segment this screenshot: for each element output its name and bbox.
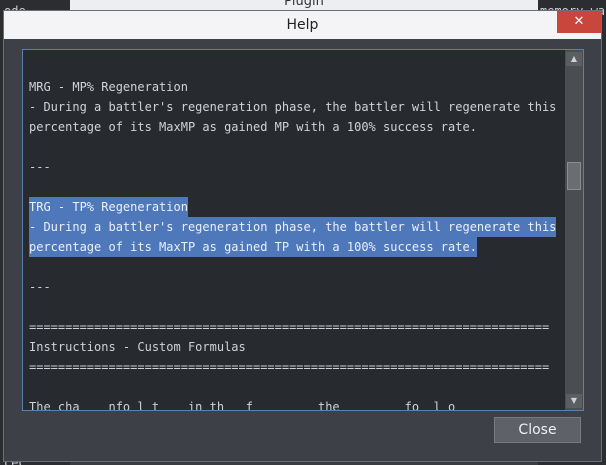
background-window-title: Plugin xyxy=(70,0,538,10)
help-dialog: Help ✕ MRG - MP% Regeneration - During a… xyxy=(3,10,602,462)
close-button[interactable]: Close xyxy=(494,417,581,443)
help-text-content[interactable]: MRG - MP% Regeneration - During a battle… xyxy=(23,50,565,410)
help-text-line: --- xyxy=(29,160,51,174)
help-text-line: - During a battler's regeneration phase,… xyxy=(29,100,557,114)
help-text-line: ========================================… xyxy=(29,360,550,374)
help-text-line: Instructions - Custom Formulas xyxy=(29,340,246,354)
close-x-button[interactable]: ✕ xyxy=(557,11,601,33)
help-text-line: The cha nfo l t in th f the fo l o xyxy=(29,400,492,410)
help-text-line-selected: percentage of its MaxTP as gained TP wit… xyxy=(29,237,477,257)
dialog-titlebar[interactable]: Help ✕ xyxy=(4,11,601,39)
help-text-area[interactable]: MRG - MP% Regeneration - During a battle… xyxy=(22,49,584,411)
help-text-line-selected: - During a battler's regeneration phase,… xyxy=(29,217,557,237)
scrollbar-thumb[interactable] xyxy=(567,162,581,190)
scroll-up-button[interactable]: ▲ xyxy=(566,52,582,66)
close-icon: ✕ xyxy=(573,14,585,29)
help-text-line: ========================================… xyxy=(29,320,550,334)
help-text-line: --- xyxy=(29,280,51,294)
help-text-line: MRG - MP% Regeneration xyxy=(29,80,188,94)
help-text-line-selected: TRG - TP% Regeneration xyxy=(29,197,188,217)
scroll-down-button[interactable]: ▼ xyxy=(566,394,582,408)
help-text-line: percentage of its MaxMP as gained MP wit… xyxy=(29,120,477,134)
vertical-scrollbar[interactable]: ▲ ▼ xyxy=(565,50,583,410)
dialog-title: Help xyxy=(286,17,319,33)
